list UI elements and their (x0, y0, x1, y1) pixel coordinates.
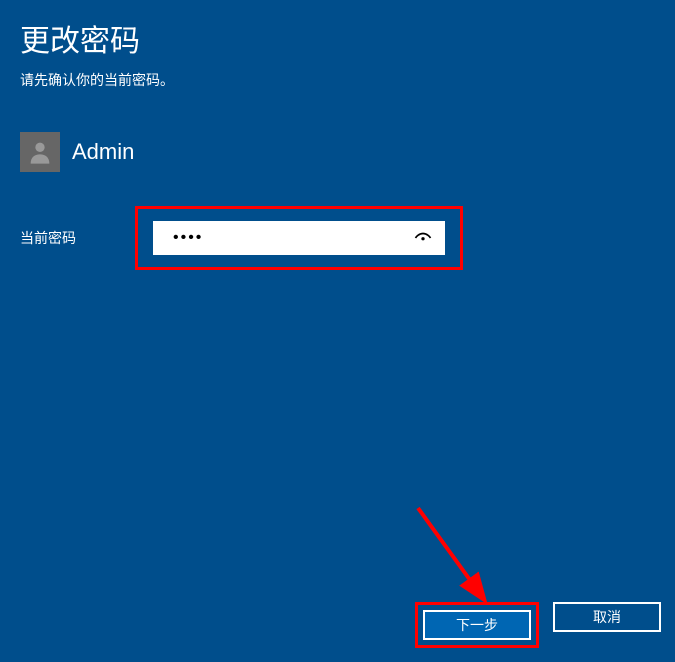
current-password-input[interactable] (153, 221, 445, 255)
next-button-highlight: 下一步 (415, 602, 539, 648)
user-icon (26, 138, 54, 166)
current-password-label: 当前密码 (20, 228, 135, 248)
cancel-button[interactable]: 取消 (553, 602, 661, 632)
input-highlight-box (135, 206, 463, 270)
username-label: Admin (72, 139, 134, 165)
annotation-arrow (408, 498, 508, 613)
reveal-password-icon[interactable] (413, 228, 433, 248)
password-input-wrap (153, 221, 445, 255)
user-section: Admin (0, 132, 675, 172)
page-title: 更改密码 (20, 16, 655, 60)
next-button[interactable]: 下一步 (423, 610, 531, 640)
page-subtitle: 请先确认你的当前密码。 (20, 70, 655, 90)
avatar (20, 132, 60, 172)
